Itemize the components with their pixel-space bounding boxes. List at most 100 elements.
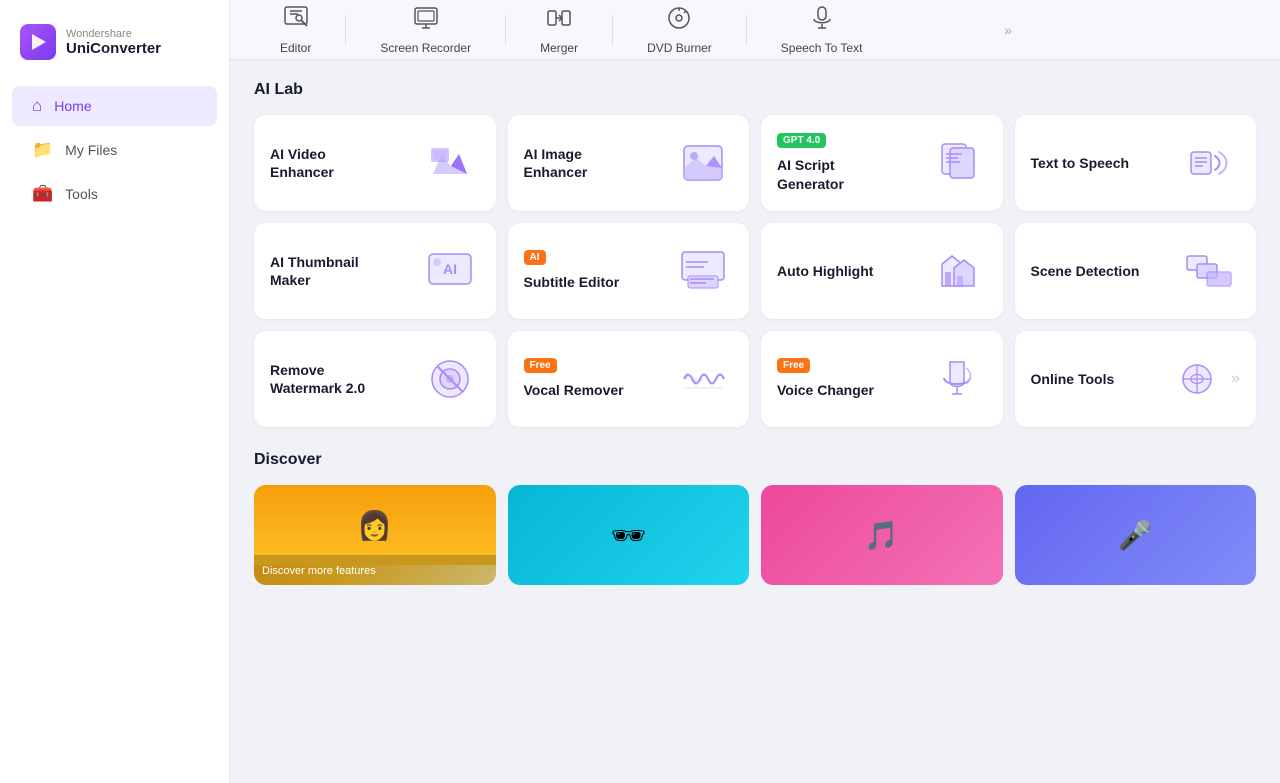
card-ai-thumbnail-maker[interactable]: AI ThumbnailMaker AI <box>254 223 496 319</box>
free-badge-voice: Free <box>777 358 810 373</box>
toolbar-more-button[interactable]: » <box>996 14 1020 46</box>
tools-icon: 🧰 <box>32 184 53 204</box>
ai-thumbnail-maker-icon: AI <box>420 241 480 301</box>
discover-card-3-icon: 🎵 <box>864 519 899 552</box>
vocal-remover-icon <box>673 349 733 409</box>
card-ai-script-generator[interactable]: GPT 4.0 AI ScriptGenerator <box>761 115 1003 211</box>
sidebar-item-tools-label: Tools <box>65 186 98 202</box>
toolbar-merger-label: Merger <box>540 41 578 55</box>
card-ai-script-generator-title: AI ScriptGenerator <box>777 156 927 192</box>
product-name: UniConverter <box>66 40 161 57</box>
card-ai-image-enhancer-title: AI ImageEnhancer <box>524 145 674 181</box>
card-remove-watermark-content: RemoveWatermark 2.0 <box>270 361 420 397</box>
logo-text: Wondershare UniConverter <box>66 28 161 57</box>
discover-card-3-content: 🎵 <box>761 485 1003 585</box>
discover-card-2-content: 🕶 <box>508 485 750 585</box>
ai-image-enhancer-icon <box>673 133 733 193</box>
app-logo-icon <box>20 24 56 60</box>
merger-icon <box>546 5 572 37</box>
toolbar-merger[interactable]: Merger <box>510 0 608 65</box>
card-subtitle-editor-title: Subtitle Editor <box>524 273 674 291</box>
dvd-burner-icon <box>666 5 692 37</box>
card-ai-video-enhancer-content: AI VideoEnhancer <box>270 145 420 181</box>
sidebar-item-my-files[interactable]: 📁 My Files <box>12 130 217 170</box>
editor-icon <box>283 5 309 37</box>
online-tools-chevron-icon: » <box>1231 370 1240 388</box>
card-text-to-speech-title: Text to Speech <box>1031 154 1181 172</box>
discover-card-2[interactable]: 🕶 <box>508 485 750 585</box>
ai-video-enhancer-icon <box>420 133 480 193</box>
svg-text:AI: AI <box>443 261 457 277</box>
card-ai-image-enhancer[interactable]: AI ImageEnhancer <box>508 115 750 211</box>
discover-card-4-content: 🎤 <box>1015 485 1257 585</box>
ai-lab-grid: AI VideoEnhancer AI ImageEnhancer <box>254 115 1256 427</box>
home-icon: ⌂ <box>32 96 42 116</box>
folder-icon: 📁 <box>32 140 53 160</box>
card-vocal-remover-content: Free Vocal Remover <box>524 358 674 399</box>
sidebar-item-home-label: Home <box>54 98 91 114</box>
card-remove-watermark-title: RemoveWatermark 2.0 <box>270 361 420 397</box>
toolbar-separator-2 <box>505 15 506 45</box>
card-scene-detection[interactable]: Scene Detection <box>1015 223 1257 319</box>
toolbar-speech-to-text[interactable]: Speech To Text <box>751 0 893 65</box>
discover-card-3[interactable]: 🎵 <box>761 485 1003 585</box>
toolbar: Editor Screen Recorder <box>230 0 1280 60</box>
discover-card-4-icon: 🎤 <box>1118 519 1153 552</box>
card-text-to-speech-content: Text to Speech <box>1031 154 1181 172</box>
toolbar-separator-1 <box>345 15 346 45</box>
online-tools-right: » <box>1167 349 1240 409</box>
discover-grid: Discover more features 👩 🕶 🎵 <box>254 485 1256 585</box>
discover-card-4[interactable]: 🎤 <box>1015 485 1257 585</box>
card-remove-watermark[interactable]: RemoveWatermark 2.0 <box>254 331 496 427</box>
card-ai-image-enhancer-content: AI ImageEnhancer <box>524 145 674 181</box>
card-subtitle-editor[interactable]: AI Subtitle Editor <box>508 223 750 319</box>
auto-highlight-icon <box>927 241 987 301</box>
subtitle-editor-icon <box>673 241 733 301</box>
card-ai-thumbnail-maker-content: AI ThumbnailMaker <box>270 253 420 289</box>
voice-changer-icon <box>927 349 987 409</box>
toolbar-screen-recorder[interactable]: Screen Recorder <box>350 0 501 65</box>
toolbar-screen-recorder-label: Screen Recorder <box>380 41 471 55</box>
toolbar-items: Editor Screen Recorder <box>250 0 996 65</box>
sidebar-item-home[interactable]: ⌂ Home <box>12 86 217 126</box>
toolbar-separator-3 <box>612 15 613 45</box>
ai-script-generator-icon <box>927 133 987 193</box>
online-tools-icon <box>1167 349 1227 409</box>
remove-watermark-icon <box>420 349 480 409</box>
toolbar-editor-label: Editor <box>280 41 311 55</box>
sidebar-item-tools[interactable]: 🧰 Tools <box>12 174 217 214</box>
card-auto-highlight-content: Auto Highlight <box>777 262 927 280</box>
toolbar-dvd-burner-label: DVD Burner <box>647 41 712 55</box>
scene-detection-icon <box>1180 241 1240 301</box>
card-vocal-remover[interactable]: Free Vocal Remover <box>508 331 750 427</box>
card-auto-highlight[interactable]: Auto Highlight <box>761 223 1003 319</box>
card-online-tools-content: Online Tools <box>1031 370 1168 388</box>
card-ai-video-enhancer-title: AI VideoEnhancer <box>270 145 420 181</box>
top-bar: 🎁 👤 🎧 ☰ — □ ✕ <box>230 0 1280 61</box>
brand-name: Wondershare <box>66 28 161 40</box>
discover-card-1-label: Discover more features <box>262 565 376 577</box>
card-ai-thumbnail-maker-title: AI ThumbnailMaker <box>270 253 420 289</box>
gpt-badge: GPT 4.0 <box>777 133 826 148</box>
ai-lab-title: AI Lab <box>254 81 1256 99</box>
toolbar-dvd-burner[interactable]: DVD Burner <box>617 0 742 65</box>
card-scene-detection-content: Scene Detection <box>1031 262 1181 280</box>
card-subtitle-editor-content: AI Subtitle Editor <box>524 250 674 291</box>
card-online-tools[interactable]: Online Tools » <box>1015 331 1257 427</box>
discover-card-1[interactable]: Discover more features 👩 <box>254 485 496 585</box>
card-auto-highlight-title: Auto Highlight <box>777 262 927 280</box>
card-text-to-speech[interactable]: Text to Speech <box>1015 115 1257 211</box>
card-voice-changer-title: Voice Changer <box>777 381 927 399</box>
sidebar: Wondershare UniConverter ⌂ Home 📁 My Fil… <box>0 0 230 783</box>
toolbar-editor[interactable]: Editor <box>250 0 341 65</box>
ai-badge: AI <box>524 250 546 265</box>
card-ai-script-generator-content: GPT 4.0 AI ScriptGenerator <box>777 133 927 192</box>
free-badge-vocal: Free <box>524 358 557 373</box>
sidebar-item-my-files-label: My Files <box>65 142 117 158</box>
discover-title: Discover <box>254 451 1256 469</box>
card-vocal-remover-title: Vocal Remover <box>524 381 674 399</box>
card-online-tools-title: Online Tools <box>1031 370 1168 388</box>
card-ai-video-enhancer[interactable]: AI VideoEnhancer <box>254 115 496 211</box>
card-voice-changer[interactable]: Free Voice Changer <box>761 331 1003 427</box>
card-voice-changer-content: Free Voice Changer <box>777 358 927 399</box>
